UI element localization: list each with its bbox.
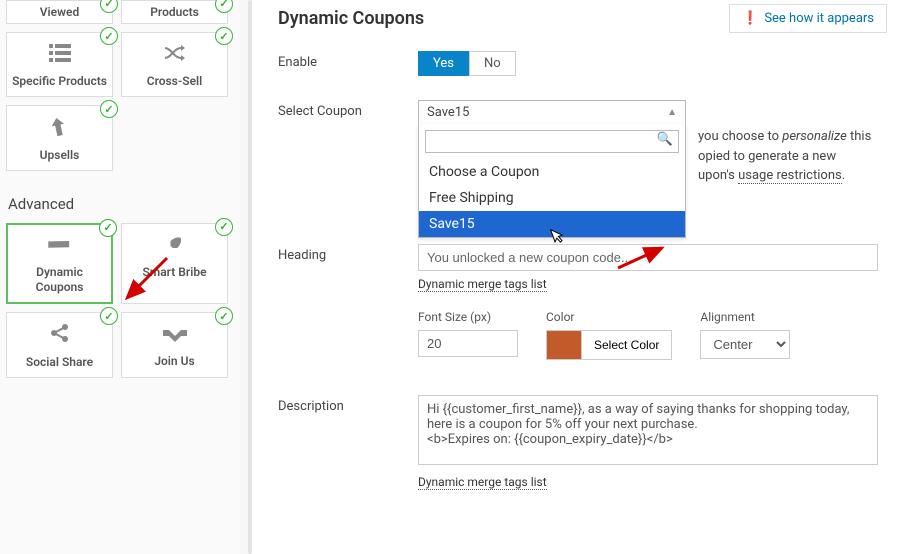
warning-icon: ❗ (742, 11, 758, 26)
tile-label: Dynamic Coupons (12, 265, 107, 294)
check-icon: ✓ (100, 100, 118, 118)
tile-label: Specific Products (11, 74, 108, 88)
rocket-icon (126, 234, 223, 261)
coupon-selected-value: Save15 (427, 105, 469, 120)
tile-cross-sell[interactable]: Cross-Sell ✓ (121, 32, 228, 97)
ticket-icon (12, 235, 107, 261)
main-panel: Dynamic Coupons ❗ See how it appears Ena… (248, 0, 901, 554)
tile-social-share[interactable]: Social Share ✓ (6, 312, 113, 378)
coupon-option[interactable]: Free Shipping (419, 185, 685, 211)
enable-no[interactable]: No (469, 51, 516, 76)
heading-label: Heading (278, 244, 418, 263)
color-picker[interactable]: Select Color (546, 330, 672, 360)
tile-smart-bribe[interactable]: Smart Bribe ✓ (121, 223, 228, 304)
check-icon: ✓ (215, 0, 233, 13)
enable-toggle[interactable]: Yes No (418, 51, 516, 76)
font-size-label: Font Size (px) (418, 310, 518, 324)
tile-label: Cross-Sell (126, 74, 223, 88)
tile-dynamic-coupons[interactable]: Dynamic Coupons ✓ (6, 223, 113, 304)
tile-label: Social Share (11, 355, 108, 369)
tile-viewed[interactable]: Viewed ✓ (6, 0, 113, 24)
coupon-search-input[interactable] (425, 130, 679, 153)
color-swatch (547, 331, 581, 359)
tile-label: Upsells (11, 148, 108, 162)
color-label: Color (546, 310, 672, 324)
merge-tags-link[interactable]: Dynamic merge tags list (418, 277, 547, 292)
list-icon (11, 43, 108, 69)
check-icon: ✓ (215, 27, 233, 45)
check-icon: ✓ (215, 218, 233, 236)
enable-label: Enable (278, 51, 418, 70)
handshake-icon (126, 323, 223, 349)
share-icon (11, 323, 108, 350)
shuffle-icon (126, 43, 223, 69)
coupon-helper-text: you choose to personalize this opied to … (698, 127, 881, 186)
description-textarea[interactable] (418, 395, 878, 465)
coupon-select[interactable]: Save15 ▲ (418, 100, 686, 125)
arrow-up-icon (11, 116, 108, 143)
advanced-heading: Advanced (8, 195, 234, 213)
select-color-button[interactable]: Select Color (581, 331, 671, 359)
sidebar: Viewed ✓ Products ✓ Specific Products ✓ … (0, 0, 240, 554)
alignment-label: Alignment (700, 310, 790, 324)
tile-upsells[interactable]: Upsells ✓ (6, 105, 113, 171)
check-icon: ✓ (99, 219, 117, 237)
coupon-dropdown-panel: 🔍 Choose a Coupon Free Shipping Save15 (418, 124, 686, 238)
check-icon: ✓ (215, 307, 233, 325)
chevron-up-icon: ▲ (667, 107, 677, 118)
font-size-input[interactable] (418, 330, 518, 357)
merge-tags-link[interactable]: Dynamic merge tags list (418, 475, 547, 490)
see-how-button[interactable]: ❗ See how it appears (729, 4, 887, 33)
check-icon: ✓ (100, 27, 118, 45)
alignment-select[interactable]: Center (700, 330, 790, 359)
check-icon: ✓ (100, 307, 118, 325)
heading-input[interactable] (418, 244, 878, 271)
tile-specific-products[interactable]: Specific Products ✓ (6, 32, 113, 97)
coupon-option[interactable]: Choose a Coupon (419, 159, 685, 185)
tile-label: Viewed (11, 5, 108, 19)
tile-products[interactable]: Products ✓ (121, 0, 228, 24)
enable-yes[interactable]: Yes (418, 51, 469, 76)
select-coupon-label: Select Coupon (278, 100, 418, 119)
description-label: Description (278, 395, 418, 414)
scrollbar[interactable] (248, 0, 252, 554)
tile-join-us[interactable]: Join Us ✓ (121, 312, 228, 378)
usage-restrictions-link[interactable]: usage restrictions (738, 168, 842, 184)
check-icon: ✓ (100, 0, 118, 13)
tile-label: Join Us (126, 354, 223, 368)
tile-label: Smart Bribe (126, 265, 223, 279)
see-how-label: See how it appears (764, 11, 874, 26)
tile-label: Products (126, 5, 223, 19)
